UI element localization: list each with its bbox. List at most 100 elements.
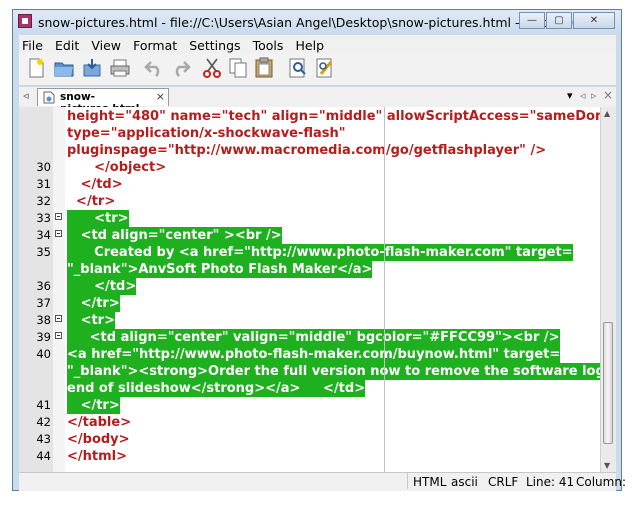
code-text: <tr>	[67, 210, 129, 227]
code-line[interactable]: 36 </td>	[19, 278, 601, 295]
code-line[interactable]: height="480" name="tech" align="middle" …	[19, 108, 616, 125]
code-line[interactable]: 38 <tr>	[19, 312, 601, 329]
line-number: 44	[36, 449, 51, 463]
menu-settings[interactable]: Settings	[186, 36, 244, 53]
paste-icon[interactable]	[253, 57, 275, 79]
code-line[interactable]: 30 </object>	[19, 159, 601, 176]
cut-icon[interactable]	[201, 57, 223, 79]
code-text: pluginspage="http://www.macromedia.com/g…	[67, 143, 547, 158]
tab-close-icon[interactable]: ×	[156, 90, 165, 103]
code-line[interactable]: 43 </body>	[19, 431, 601, 448]
redo-icon[interactable]	[170, 57, 192, 79]
status-line: Line: 41	[526, 475, 575, 489]
code-text: </tr>	[67, 295, 120, 312]
code-text: Created by <a href="http://www.photo-fla…	[67, 244, 573, 261]
fold-toggle-icon[interactable]	[55, 213, 62, 220]
scroll-down-icon[interactable]: ▼	[604, 461, 610, 470]
status-column: Column:	[576, 475, 626, 489]
tab-scroll-left-icon[interactable]: ◃	[23, 89, 29, 102]
tab-snow-pictures[interactable]: snow-pictures.html ×	[37, 88, 169, 115]
code-text: </tr>	[67, 194, 116, 209]
line-number: 40	[36, 347, 51, 361]
code-text: "_blank">AnvSoft Photo Flash Maker</a>	[67, 261, 373, 278]
undo-icon[interactable]	[143, 57, 165, 79]
code-line[interactable]: 42 </table>	[19, 414, 601, 431]
code-text: </td>	[67, 177, 123, 192]
tab-bar: ◃ snow-pictures.html × ▾ ◃ ▹ ×	[19, 87, 616, 115]
line-number: 36	[36, 279, 51, 293]
menu-edit[interactable]: Edit	[52, 36, 83, 53]
code-text: <td align="center" valign="middle" bgcol…	[67, 329, 560, 346]
fold-toggle-icon[interactable]	[55, 230, 62, 237]
code-text: height="480" name="tech" align="middle" …	[67, 109, 616, 124]
code-editor[interactable]: height="480" name="tech" align="middle" …	[19, 107, 616, 472]
line-number: 34	[36, 228, 51, 242]
code-text: end of slideshow</strong></a> </td>	[67, 380, 366, 397]
code-line[interactable]: type="application/x-shockwave-flash"	[19, 125, 601, 142]
fold-toggle-icon[interactable]	[55, 315, 62, 322]
code-line[interactable]: pluginspage="http://www.macromedia.com/g…	[19, 142, 601, 159]
line-number: 43	[36, 432, 51, 446]
find-replace-icon[interactable]	[314, 57, 336, 79]
code-line[interactable]: 31 </td>	[19, 176, 601, 193]
code-text: </tr>	[67, 397, 120, 414]
code-text: type="application/x-shockwave-flash"	[67, 126, 346, 141]
open-folder-icon[interactable]	[53, 57, 75, 79]
scrollbar-thumb[interactable]	[603, 322, 613, 444]
code-text: "_blank"><strong>Order the full version …	[67, 363, 616, 380]
menu-tools[interactable]: Tools	[250, 36, 288, 53]
tab-next-icon[interactable]: ▹	[591, 89, 597, 102]
menu-format[interactable]: Format	[130, 36, 181, 53]
line-number: 30	[36, 160, 51, 174]
status-eol: CRLF	[488, 475, 519, 489]
menu-view[interactable]: View	[88, 36, 125, 53]
new-document-icon[interactable]	[25, 57, 47, 79]
maximize-button[interactable]: ▢	[546, 12, 572, 29]
code-line[interactable]: 32 </tr>	[19, 193, 601, 210]
copy-icon[interactable]	[227, 57, 249, 79]
code-text: </td>	[67, 278, 137, 295]
code-line[interactable]: 34 <td align="center" ><br />	[19, 227, 601, 244]
tab-list-icon[interactable]: ▾	[567, 89, 573, 102]
line-number: 39	[36, 330, 51, 344]
code-line[interactable]: "_blank">AnvSoft Photo Flash Maker</a>	[19, 261, 601, 278]
line-number: 31	[36, 177, 51, 191]
scroll-up-icon[interactable]: ▲	[604, 109, 610, 118]
status-bar: HTML ascii CRLF Line: 41 Column:	[19, 472, 626, 491]
line-number: 33	[36, 211, 51, 225]
code-line[interactable]: 39 <td align="center" valign="middle" bg…	[19, 329, 601, 346]
code-line[interactable]: 41 </tr>	[19, 397, 601, 414]
fold-toggle-icon[interactable]	[55, 332, 62, 339]
title-bar: snow-pictures.html - file://C:\Users\Asi…	[13, 10, 621, 36]
code-text: </object>	[67, 160, 167, 175]
close-all-tab-icon[interactable]: ×	[603, 88, 613, 102]
code-line[interactable]: 37 </tr>	[19, 295, 601, 312]
close-window-button[interactable]: ✕	[573, 12, 615, 29]
find-icon[interactable]	[287, 57, 309, 79]
line-number: 38	[36, 313, 51, 327]
status-encoding: ascii	[451, 475, 478, 489]
code-line[interactable]: 35 Created by <a href="http://www.photo-…	[19, 244, 601, 261]
tab-prev-icon[interactable]: ◃	[580, 89, 586, 102]
code-line[interactable]: 44 </html>	[19, 448, 601, 465]
line-number: 37	[36, 296, 51, 310]
minimize-button[interactable]: —	[519, 12, 545, 29]
code-text: </body>	[67, 432, 130, 447]
line-number: 41	[36, 398, 51, 412]
code-line[interactable]: "_blank"><strong>Order the full version …	[19, 363, 616, 380]
line-number: 42	[36, 415, 51, 429]
editor-window: snow-pictures.html - file://C:\Users\Asi…	[12, 9, 626, 491]
code-line[interactable]: 33 <tr>	[19, 210, 601, 227]
code-line[interactable]: 40 <a href="http://www.photo-flash-maker.…	[19, 346, 601, 363]
code-text: </html>	[67, 449, 128, 464]
code-line[interactable]: end of slideshow</strong></a> </td>	[19, 380, 601, 397]
menu-help[interactable]: Help	[293, 36, 329, 53]
line-number: 35	[36, 245, 51, 259]
save-icon[interactable]	[81, 57, 103, 79]
menu-file[interactable]: File	[19, 36, 47, 53]
vertical-scrollbar[interactable]: ▲ ▼	[600, 107, 616, 472]
toolbar	[19, 53, 616, 86]
code-text: <td align="center" ><br />	[67, 227, 282, 244]
html-file-icon	[43, 91, 55, 104]
print-icon[interactable]	[109, 57, 131, 79]
